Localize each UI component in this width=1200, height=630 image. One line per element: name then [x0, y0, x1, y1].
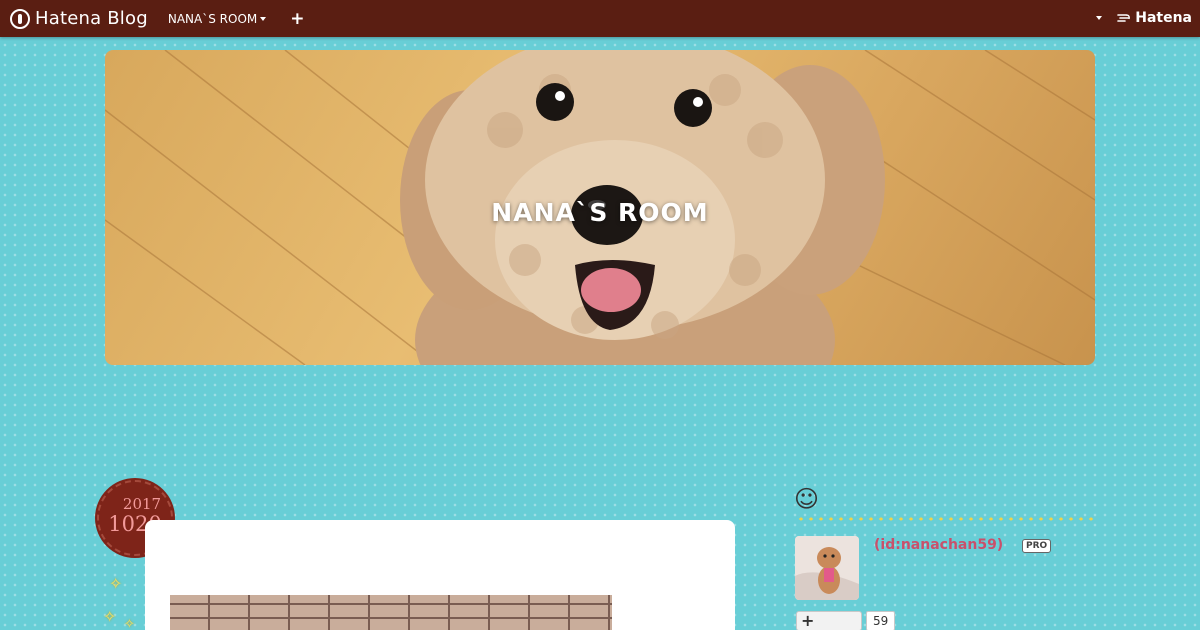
global-header: Hatena Blog NANA`S ROOM + Hatena	[0, 0, 1200, 37]
smile-icon: ☺	[794, 485, 820, 513]
hatena-logo[interactable]: Hatena	[1117, 10, 1192, 26]
hatena-text: Hatena	[1135, 10, 1192, 26]
blog-header-image[interactable]: NANA`S ROOM	[105, 50, 1095, 365]
article-card	[145, 520, 735, 630]
sparkle-icon: ✧	[124, 617, 135, 630]
avatar-photo	[795, 536, 859, 600]
blog-title[interactable]: NANA`S ROOM	[105, 198, 1095, 227]
dotted-divider	[796, 515, 1094, 523]
pro-badge: PRO	[1022, 539, 1052, 553]
hatena-blog-icon	[10, 8, 30, 29]
hatena-blog-logo[interactable]: Hatena Blog	[10, 8, 148, 29]
sparkle-icon: ✧	[103, 607, 117, 626]
hatena-icon	[1117, 14, 1131, 22]
profile-id-link[interactable]: (id:nanachan59)	[874, 537, 1003, 553]
subscribe-button[interactable]: +	[796, 611, 862, 630]
user-menu-caret-icon[interactable]	[1096, 16, 1102, 20]
subscriber-count: 59	[866, 611, 896, 630]
chevron-down-icon	[260, 16, 267, 21]
blog-menu-dropdown[interactable]: NANA`S ROOM	[167, 11, 267, 26]
entry-date-year: 2017	[122, 495, 162, 513]
article-photo[interactable]	[170, 595, 612, 630]
avatar[interactable]	[795, 536, 859, 600]
blog-menu-label: NANA`S ROOM	[167, 11, 258, 26]
sparkle-icon: ✧	[109, 574, 123, 593]
brand-text: Hatena Blog	[35, 8, 148, 29]
add-button[interactable]: +	[290, 9, 304, 29]
